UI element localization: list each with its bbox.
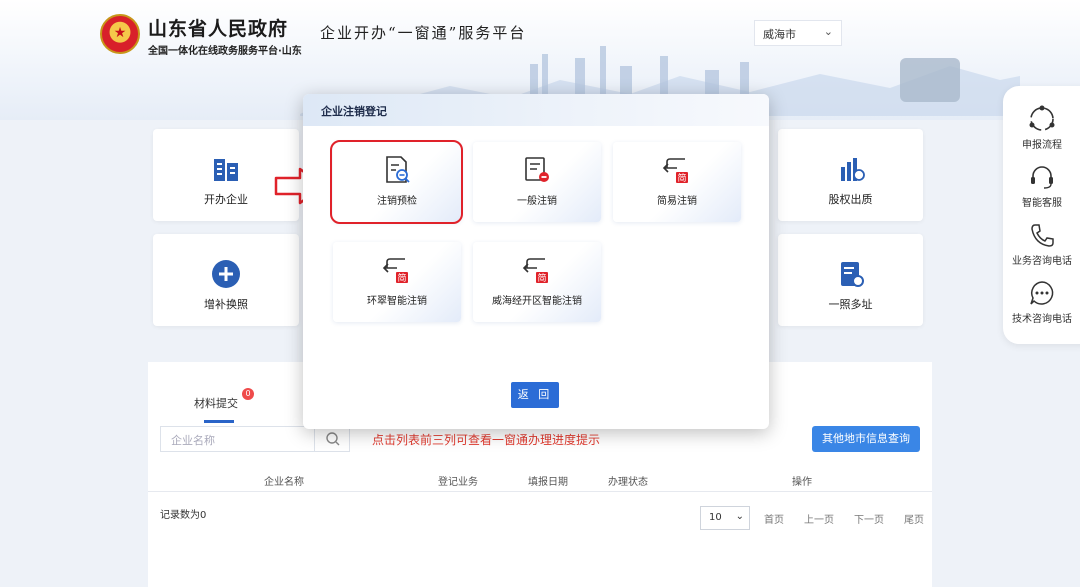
svg-text:简: 简 — [537, 272, 546, 284]
company-name-search-input[interactable]: 企业名称 — [160, 426, 314, 452]
tile-replace-license[interactable]: 增补换照 — [153, 234, 299, 326]
tile-label: 开办企业 — [204, 193, 248, 206]
card-label: 简易注销 — [657, 196, 697, 207]
rail-item-label: 业务咨询电话 — [1012, 256, 1072, 267]
record-count: 记录数为0 — [160, 510, 207, 521]
simple-exit-icon: 简 — [522, 258, 548, 284]
search-icon — [326, 432, 340, 446]
tab-material-submission[interactable]: 材料提交 — [194, 395, 238, 411]
chevron-down-icon: ⌄ — [823, 25, 833, 38]
search-button[interactable] — [314, 426, 350, 452]
simple-exit-icon: 简 — [382, 258, 408, 284]
page-size-select[interactable]: 10 ⌄ — [700, 506, 750, 530]
card-label: 一般注销 — [517, 196, 557, 207]
other-city-query-button[interactable]: 其他地市信息查询 — [812, 426, 920, 452]
headset-icon — [1031, 166, 1053, 189]
tile-multi-address[interactable]: 一照多址 — [778, 234, 923, 326]
tile-label: 一照多址 — [828, 298, 873, 311]
pager-prev[interactable]: 上一页 — [804, 511, 834, 526]
rail-item-business-phone[interactable]: 业务咨询电话 — [1003, 220, 1080, 267]
city-select-value: 威海市 — [763, 28, 796, 41]
rail-item-tech-phone[interactable]: 技术咨询电话 — [1003, 278, 1080, 325]
precheck-highlight-box — [330, 140, 463, 224]
tile-label: 增补换照 — [204, 298, 248, 311]
column-header: 操作 — [792, 477, 812, 488]
card-label: 威海经开区智能注销 — [492, 296, 582, 307]
modal-title: 企业注销登记 — [321, 105, 387, 118]
rail-item-label: 技术咨询电话 — [1012, 314, 1072, 325]
chevron-down-icon: ⌄ — [735, 511, 744, 522]
pager-next[interactable]: 下一页 — [854, 511, 884, 526]
tab-badge: 0 — [242, 388, 254, 400]
column-header: 填报日期 — [528, 477, 568, 488]
document-minus-icon — [525, 157, 549, 182]
process-icon — [1029, 105, 1055, 131]
progress-hint: 点击列表前三列可查看一窗通办理进度提示 — [372, 433, 601, 447]
rail-item-label: 智能客服 — [1022, 198, 1062, 209]
table-header: 企业名称 登记业务 填报日期 办理状态 操作 — [148, 466, 932, 492]
card-general-deregistration[interactable]: 一般注销 — [473, 142, 601, 222]
phone-icon — [1031, 224, 1054, 247]
card-weihai-etdz-smart-deregistration[interactable]: 简 威海经开区智能注销 — [473, 242, 601, 322]
gov-title: 山东省人民政府 — [148, 18, 289, 40]
tile-label: 股权出质 — [828, 193, 873, 206]
side-toolbar: 申报流程 智能客服 业务咨询电话 技术咨询电话 — [1003, 86, 1080, 344]
rail-item-label: 申报流程 — [1022, 140, 1062, 151]
card-simple-deregistration[interactable]: 简 简易注销 — [613, 142, 741, 222]
tile-equity-pledge[interactable]: 股权出质 — [778, 129, 923, 221]
return-button[interactable]: 返 回 — [511, 382, 559, 408]
svg-text:简: 简 — [677, 172, 686, 184]
svg-text:简: 简 — [397, 272, 406, 284]
page-size-value: 10 — [709, 512, 722, 523]
simple-exit-icon: 简 — [662, 158, 688, 184]
building-icon — [214, 159, 238, 181]
column-header: 登记业务 — [438, 477, 478, 488]
platform-title: 企业开办“一窗通”服务平台 — [320, 24, 527, 42]
national-emblem-icon: ★ — [100, 14, 140, 54]
city-select[interactable]: 威海市 ⌄ — [754, 20, 842, 46]
license-gear-icon — [840, 262, 864, 287]
pager-last[interactable]: 尾页 — [904, 511, 924, 526]
rail-item-chatbot[interactable]: 智能客服 — [1003, 162, 1080, 209]
card-huancui-smart-deregistration[interactable]: 简 环翠智能注销 — [333, 242, 461, 322]
chat-icon — [1030, 281, 1054, 305]
rail-item-process[interactable]: 申报流程 — [1003, 104, 1080, 151]
column-header: 办理状态 — [608, 477, 648, 488]
tab-active-indicator — [204, 420, 234, 423]
modal-header: 企业注销登记 — [303, 94, 769, 126]
bar-chart-icon — [840, 158, 865, 181]
plus-circle-icon — [212, 260, 240, 288]
pager-first[interactable]: 首页 — [764, 511, 784, 526]
column-header: 企业名称 — [264, 477, 304, 488]
card-label: 环翠智能注销 — [367, 296, 427, 307]
gov-subtitle: 全国一体化在线政务服务平台·山东 — [148, 46, 302, 57]
